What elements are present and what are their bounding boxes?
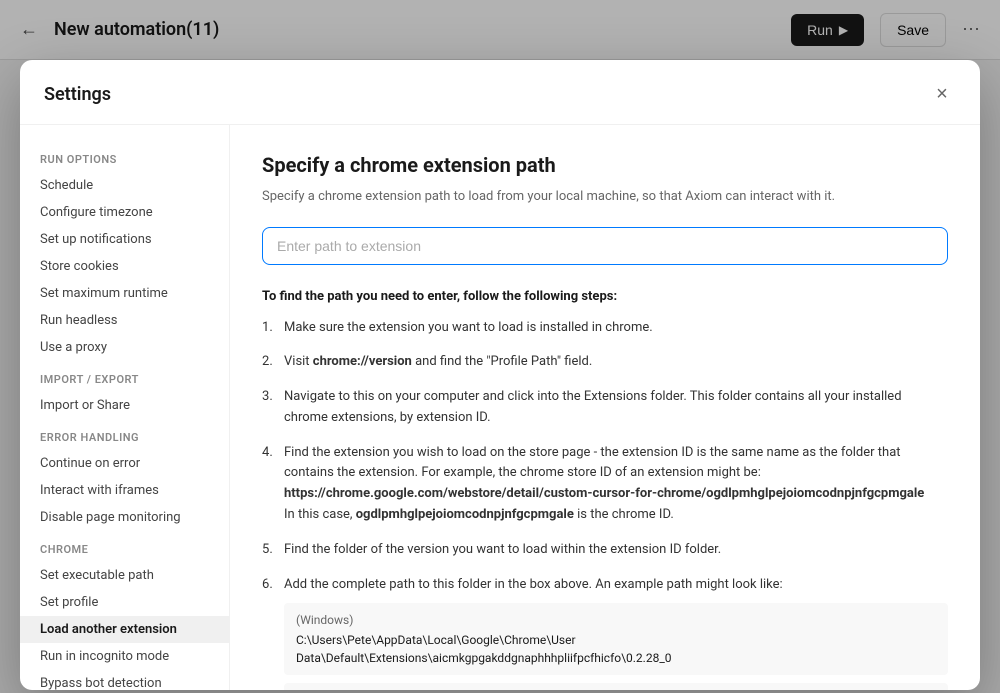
- main-content: Specify a chrome extension path Specify …: [230, 125, 980, 690]
- modal-header: Settings ×: [20, 60, 980, 125]
- modal-body: Run options Schedule Configure timezone …: [20, 125, 980, 690]
- sidebar-item-continue-on-error[interactable]: Continue on error: [20, 450, 229, 477]
- step-4-id: ogdlpmhglpejoiomcodnpjnfgcpmgale: [356, 507, 574, 522]
- windows-path: C:\Users\Pete\AppData\Local\Google\Chrom…: [296, 633, 672, 665]
- sidebar-item-bypass-bot-detection[interactable]: Bypass bot detection: [20, 670, 229, 690]
- sidebar-item-configure-timezone[interactable]: Configure timezone: [20, 199, 229, 226]
- sidebar-item-set-maximum-runtime[interactable]: Set maximum runtime: [20, 280, 229, 307]
- step-6: Add the complete path to this folder in …: [262, 575, 948, 690]
- settings-sidebar: Run options Schedule Configure timezone …: [20, 125, 230, 690]
- sidebar-item-schedule[interactable]: Schedule: [20, 172, 229, 199]
- run-options-title: Run options: [20, 141, 229, 172]
- content-subtitle: Specify a chrome extension path to load …: [262, 187, 948, 207]
- step-5: Find the folder of the version you want …: [262, 540, 948, 561]
- chrome-title: Chrome: [20, 531, 229, 562]
- chrome-section: Chrome Set executable path Set profile L…: [20, 531, 229, 690]
- import-export-section: Import / Export Import or Share: [20, 361, 229, 419]
- modal-overlay: Settings × Run options Schedule Configur…: [0, 0, 1000, 693]
- step-4-url: https://chrome.google.com/webstore/detai…: [284, 486, 924, 501]
- step-1: Make sure the extension you want to load…: [262, 318, 948, 339]
- sidebar-item-disable-page-monitoring[interactable]: Disable page monitoring: [20, 504, 229, 531]
- sidebar-item-set-up-notifications[interactable]: Set up notifications: [20, 226, 229, 253]
- run-options-section: Run options Schedule Configure timezone …: [20, 141, 229, 361]
- sidebar-item-use-a-proxy[interactable]: Use a proxy: [20, 334, 229, 361]
- sidebar-item-interact-with-iframes[interactable]: Interact with iframes: [20, 477, 229, 504]
- os-label-windows: (Windows): [296, 611, 936, 629]
- sidebar-item-set-profile[interactable]: Set profile: [20, 589, 229, 616]
- sidebar-item-set-executable-path[interactable]: Set executable path: [20, 562, 229, 589]
- sidebar-item-run-headless[interactable]: Run headless: [20, 307, 229, 334]
- step-6-mac: (Mac) /Users/Pete/Library/Application Su…: [284, 683, 948, 690]
- close-button[interactable]: ×: [928, 80, 956, 108]
- error-handling-section: Error handling Continue on error Interac…: [20, 419, 229, 531]
- sidebar-item-run-in-incognito-mode[interactable]: Run in incognito mode: [20, 643, 229, 670]
- steps-title: To find the path you need to enter, foll…: [262, 289, 948, 304]
- step-3: Navigate to this on your computer and cl…: [262, 387, 948, 429]
- steps-list: Make sure the extension you want to load…: [262, 318, 948, 691]
- sidebar-item-import-or-share[interactable]: Import or Share: [20, 392, 229, 419]
- modal-title: Settings: [44, 84, 111, 105]
- path-input[interactable]: [262, 227, 948, 265]
- step-6-windows: (Windows) C:\Users\Pete\AppData\Local\Go…: [284, 603, 948, 675]
- step-2-code: chrome://version: [313, 354, 412, 369]
- import-export-title: Import / Export: [20, 361, 229, 392]
- error-handling-title: Error handling: [20, 419, 229, 450]
- settings-modal: Settings × Run options Schedule Configur…: [20, 60, 980, 690]
- sidebar-item-load-another-extension[interactable]: Load another extension: [20, 616, 229, 643]
- sidebar-item-store-cookies[interactable]: Store cookies: [20, 253, 229, 280]
- step-2: Visit chrome://version and find the "Pro…: [262, 352, 948, 373]
- step-4: Find the extension you wish to load on t…: [262, 443, 948, 526]
- content-title: Specify a chrome extension path: [262, 153, 948, 177]
